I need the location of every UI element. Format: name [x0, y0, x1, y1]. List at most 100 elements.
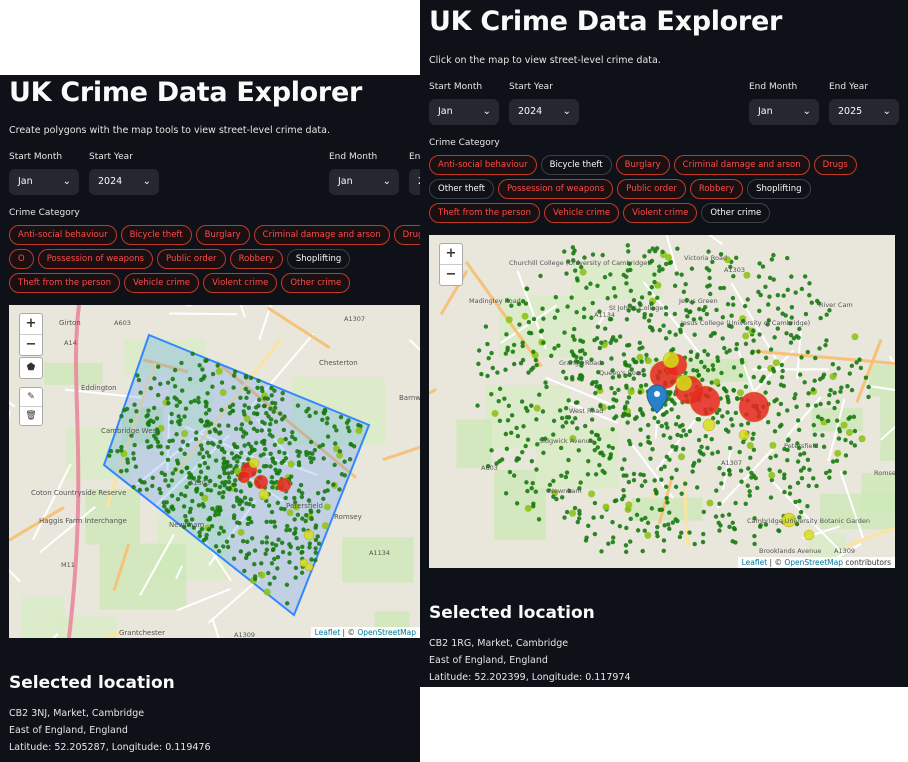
category-chip[interactable]: Bicycle theft — [540, 155, 612, 175]
category-chip[interactable]: Theft from the person — [429, 203, 540, 223]
crime-marker — [729, 313, 734, 318]
end-year-select[interactable]: 2025 ⌄ — [829, 99, 899, 125]
category-chip[interactable]: Theft from the person — [9, 273, 120, 293]
category-chip[interactable]: Vehicle crime — [543, 203, 620, 223]
crime-marker — [489, 350, 494, 356]
crime-marker — [811, 422, 817, 428]
map-road-label: M11 — [61, 561, 75, 569]
crime-marker — [247, 451, 252, 456]
start-month-select[interactable]: Jan ⌄ — [9, 169, 79, 195]
draw-polygon-icon[interactable]: ⬟ — [20, 358, 42, 378]
crime-marker — [187, 471, 192, 476]
crime-marker — [838, 389, 843, 394]
map-place-label: Jesus Green — [678, 297, 718, 305]
category-chip[interactable]: Anti-social behaviour — [429, 155, 537, 175]
leaflet-link[interactable]: Leaflet — [742, 558, 768, 567]
map-canvas[interactable]: Chesterton Eddington Cambridge West Girton B… — [9, 305, 420, 638]
crime-marker — [590, 252, 596, 257]
crime-marker — [218, 439, 223, 445]
category-chip[interactable]: Robbery — [229, 249, 283, 269]
start-year-select[interactable]: 2024 ⌄ — [509, 99, 579, 125]
crime-marker — [298, 482, 304, 488]
category-chip[interactable]: O — [9, 249, 34, 269]
map-canvas[interactable]: Churchill College (University of Cambrid… — [429, 235, 895, 568]
category-chip[interactable]: Shoplifting — [286, 249, 351, 269]
crime-marker — [483, 324, 489, 329]
category-chip[interactable]: Criminal damage and arson — [253, 225, 390, 245]
category-chip[interactable]: Criminal damage and arson — [673, 155, 810, 175]
crime-category-label: Crime Category — [9, 208, 80, 218]
osm-link[interactable]: OpenStreetMap — [357, 628, 416, 637]
category-chip[interactable]: Public order — [157, 249, 226, 269]
crime-marker — [621, 493, 627, 499]
zoom-out-button[interactable]: − — [20, 335, 42, 355]
crime-marker — [242, 443, 247, 448]
end-year-select[interactable]: 2 — [409, 169, 420, 195]
crime-marker — [150, 483, 155, 489]
map-place-label: Petersfield — [784, 442, 818, 450]
category-chip[interactable]: Possession of weapons — [497, 179, 614, 199]
category-chip[interactable]: Other crime — [281, 273, 351, 293]
map-place-label: Newnham — [169, 521, 204, 529]
crime-map-click[interactable]: Churchill College (University of Cambrid… — [429, 235, 895, 568]
zoom-in-button[interactable]: + — [20, 314, 42, 335]
crime-marker — [720, 336, 725, 341]
category-chip[interactable]: Shoplifting — [747, 179, 811, 199]
start-year-label: Start Year — [89, 152, 133, 162]
osm-link[interactable]: OpenStreetMap — [784, 558, 843, 567]
attribution-separator: | © — [340, 628, 358, 637]
category-chip[interactable]: Public order — [617, 179, 686, 199]
edit-layers-icon[interactable]: ✎ — [20, 388, 42, 407]
selected-address: CB2 3NJ, Market, Cambridge — [9, 708, 145, 719]
category-chip[interactable]: Violent crime — [623, 203, 698, 223]
crime-marker — [811, 476, 816, 481]
category-chip[interactable]: Bicycle theft — [120, 225, 192, 245]
leaflet-link[interactable]: Leaflet — [315, 628, 341, 637]
start-year-select[interactable]: 2024 ⌄ — [89, 169, 159, 195]
crime-marker — [108, 448, 114, 454]
crime-marker — [757, 261, 762, 266]
crime-marker — [706, 268, 712, 273]
crime-marker — [165, 380, 171, 385]
category-chip[interactable]: Anti-social behaviour — [9, 225, 117, 245]
category-chip[interactable]: Possession of weapons — [37, 249, 154, 269]
category-chip[interactable]: Vehicle crime — [123, 273, 200, 293]
crime-map-polygon[interactable]: Chesterton Eddington Cambridge West Girton B… — [9, 305, 420, 638]
crime-marker — [280, 549, 286, 555]
crime-marker — [272, 405, 278, 411]
category-chip[interactable]: Drugs — [813, 155, 857, 175]
crime-marker — [801, 465, 806, 471]
zoom-in-button[interactable]: + — [440, 244, 462, 265]
category-chip[interactable]: Robbery — [689, 179, 744, 199]
crime-marker — [197, 451, 202, 456]
delete-layers-icon[interactable]: 🗑 — [20, 407, 42, 425]
category-chip[interactable]: Drugs — [393, 225, 420, 245]
end-month-select[interactable]: Jan ⌄ — [749, 99, 819, 125]
crime-marker — [196, 503, 202, 508]
crime-marker — [797, 372, 803, 377]
crime-marker — [852, 428, 858, 434]
crime-marker — [521, 312, 529, 320]
crime-marker — [626, 413, 632, 418]
category-chip[interactable]: Burglary — [195, 225, 250, 245]
crime-marker — [733, 410, 739, 416]
category-chip[interactable]: Violent crime — [203, 273, 278, 293]
category-chip[interactable]: Burglary — [615, 155, 670, 175]
crime-marker — [646, 422, 651, 428]
crime-marker — [617, 334, 623, 339]
crime-marker — [248, 420, 253, 426]
crime-marker — [219, 447, 225, 452]
crime-marker — [570, 374, 575, 380]
crime-marker — [624, 505, 632, 513]
start-month-select[interactable]: Jan ⌄ — [429, 99, 499, 125]
category-chip[interactable]: Other crime — [701, 203, 771, 223]
crime-marker — [529, 458, 535, 464]
zoom-out-button[interactable]: − — [440, 265, 462, 285]
category-chip[interactable]: Other theft — [429, 179, 494, 199]
crime-marker — [196, 395, 201, 401]
crime-marker — [820, 433, 825, 438]
end-month-select[interactable]: Jan ⌄ — [329, 169, 399, 195]
map-place-label: West Road — [569, 407, 603, 415]
crime-marker — [681, 446, 686, 452]
crime-marker — [534, 362, 539, 368]
